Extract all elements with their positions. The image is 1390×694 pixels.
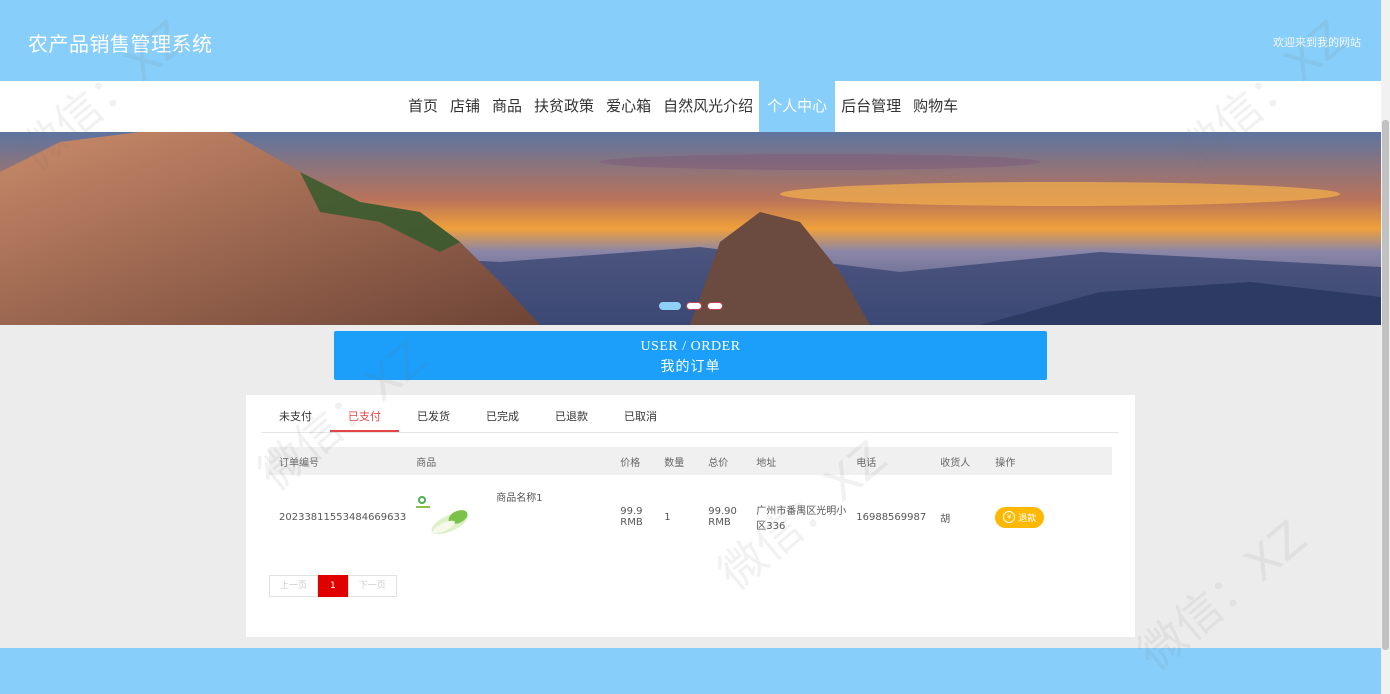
address: 广州市番禺区光明小区336 bbox=[756, 506, 847, 532]
table-header-row: 订单编号 商品 价格 数量 总价 地址 电话 收货人 操作 bbox=[269, 447, 1112, 475]
action-cell: ¥ 退款 bbox=[985, 475, 1112, 559]
nav-item-admin[interactable]: 后台管理 bbox=[835, 81, 907, 132]
cabbage-image bbox=[416, 496, 469, 535]
footer bbox=[0, 648, 1381, 694]
phone: 16988569987 bbox=[856, 511, 927, 523]
refund-button[interactable]: ¥ 退款 bbox=[995, 506, 1045, 528]
tab-shipped[interactable]: 已发货 bbox=[399, 403, 468, 432]
col-product: 商品 bbox=[406, 447, 487, 475]
col-action: 操作 bbox=[985, 447, 1112, 475]
pagination: 上一页 1 下一页 bbox=[269, 575, 397, 597]
product-name[interactable]: 商品名称1 bbox=[486, 475, 610, 559]
nav-item-cart[interactable]: 购物车 bbox=[907, 81, 964, 132]
site-title: 农产品销售管理系统 bbox=[28, 32, 213, 56]
next-page-button[interactable]: 下一页 bbox=[347, 575, 397, 597]
carousel-dot[interactable] bbox=[659, 302, 681, 310]
col-total: 总价 bbox=[698, 447, 747, 475]
main-nav: 首页 店铺 商品 扶贫政策 爱心箱 自然风光介绍 个人中心 后台管理 购物车 bbox=[0, 81, 1381, 132]
section-title-cn: 我的订单 bbox=[660, 360, 721, 375]
nav-item-love-box[interactable]: 爱心箱 bbox=[600, 81, 657, 132]
page-scrollbar[interactable] bbox=[1381, 0, 1390, 694]
refund-label: 退款 bbox=[1018, 513, 1037, 524]
tab-cancelled[interactable]: 已取消 bbox=[606, 403, 675, 432]
nav-item-products[interactable]: 商品 bbox=[486, 81, 528, 132]
nav-item-personal-center[interactable]: 个人中心 bbox=[759, 81, 836, 132]
product-thumbnail[interactable] bbox=[416, 493, 476, 541]
nav-item-shops[interactable]: 店铺 bbox=[444, 81, 486, 132]
table-row: 20233811553484669633 商品名称1 99.9 RMB 1 99… bbox=[269, 475, 1112, 559]
quantity: 1 bbox=[664, 511, 671, 523]
tab-completed[interactable]: 已完成 bbox=[468, 403, 537, 432]
col-product-name bbox=[486, 447, 611, 475]
col-receiver: 收货人 bbox=[930, 447, 986, 475]
total-price: 99.90 RMB bbox=[708, 506, 737, 528]
nav-item-scenery[interactable]: 自然风光介绍 bbox=[657, 81, 759, 132]
nav-item-poverty-policy[interactable]: 扶贫政策 bbox=[528, 81, 600, 132]
nav-item-home[interactable]: 首页 bbox=[402, 81, 444, 132]
prev-page-button[interactable]: 上一页 bbox=[269, 575, 319, 597]
col-price: 价格 bbox=[610, 447, 655, 475]
price: 99.9 RMB bbox=[620, 506, 643, 528]
tab-paid[interactable]: 已支付 bbox=[330, 403, 399, 432]
carousel-dot[interactable] bbox=[686, 302, 702, 310]
orders-panel: 未支付 已支付 已发货 已完成 已退款 已取消 订单编号 商品 价格 数量 总价… bbox=[246, 395, 1135, 637]
col-phone: 电话 bbox=[846, 447, 931, 475]
receiver: 胡 bbox=[940, 513, 951, 525]
nav-list: 首页 店铺 商品 扶贫政策 爱心箱 自然风光介绍 个人中心 后台管理 购物车 bbox=[402, 81, 964, 132]
section-title-en: USER / ORDER bbox=[640, 339, 741, 354]
banner-carousel[interactable] bbox=[0, 132, 1381, 325]
top-header: 农产品销售管理系统 欢迎来到我的网站 bbox=[0, 0, 1381, 81]
tab-refunded[interactable]: 已退款 bbox=[537, 403, 606, 432]
col-order-no: 订单编号 bbox=[269, 447, 407, 475]
order-number: 20233811553484669633 bbox=[279, 511, 407, 523]
orders-table: 订单编号 商品 价格 数量 总价 地址 电话 收货人 操作 2023381155… bbox=[269, 447, 1112, 559]
carousel-dot[interactable] bbox=[707, 302, 723, 310]
current-page[interactable]: 1 bbox=[318, 575, 348, 597]
yen-icon: ¥ bbox=[1003, 511, 1016, 523]
col-address: 地址 bbox=[746, 447, 847, 475]
product-image-cell bbox=[406, 475, 486, 559]
carousel-indicators bbox=[659, 302, 723, 310]
section-title: USER / ORDER 我的订单 bbox=[334, 331, 1047, 380]
order-status-tabs: 未支付 已支付 已发货 已完成 已退款 已取消 bbox=[261, 403, 1119, 433]
scrollbar-thumb[interactable] bbox=[1382, 120, 1389, 650]
tab-unpaid[interactable]: 未支付 bbox=[261, 403, 330, 432]
col-qty: 数量 bbox=[654, 447, 699, 475]
welcome-text: 欢迎来到我的网站 bbox=[1273, 36, 1361, 49]
banner-landscape-image bbox=[0, 132, 1381, 325]
